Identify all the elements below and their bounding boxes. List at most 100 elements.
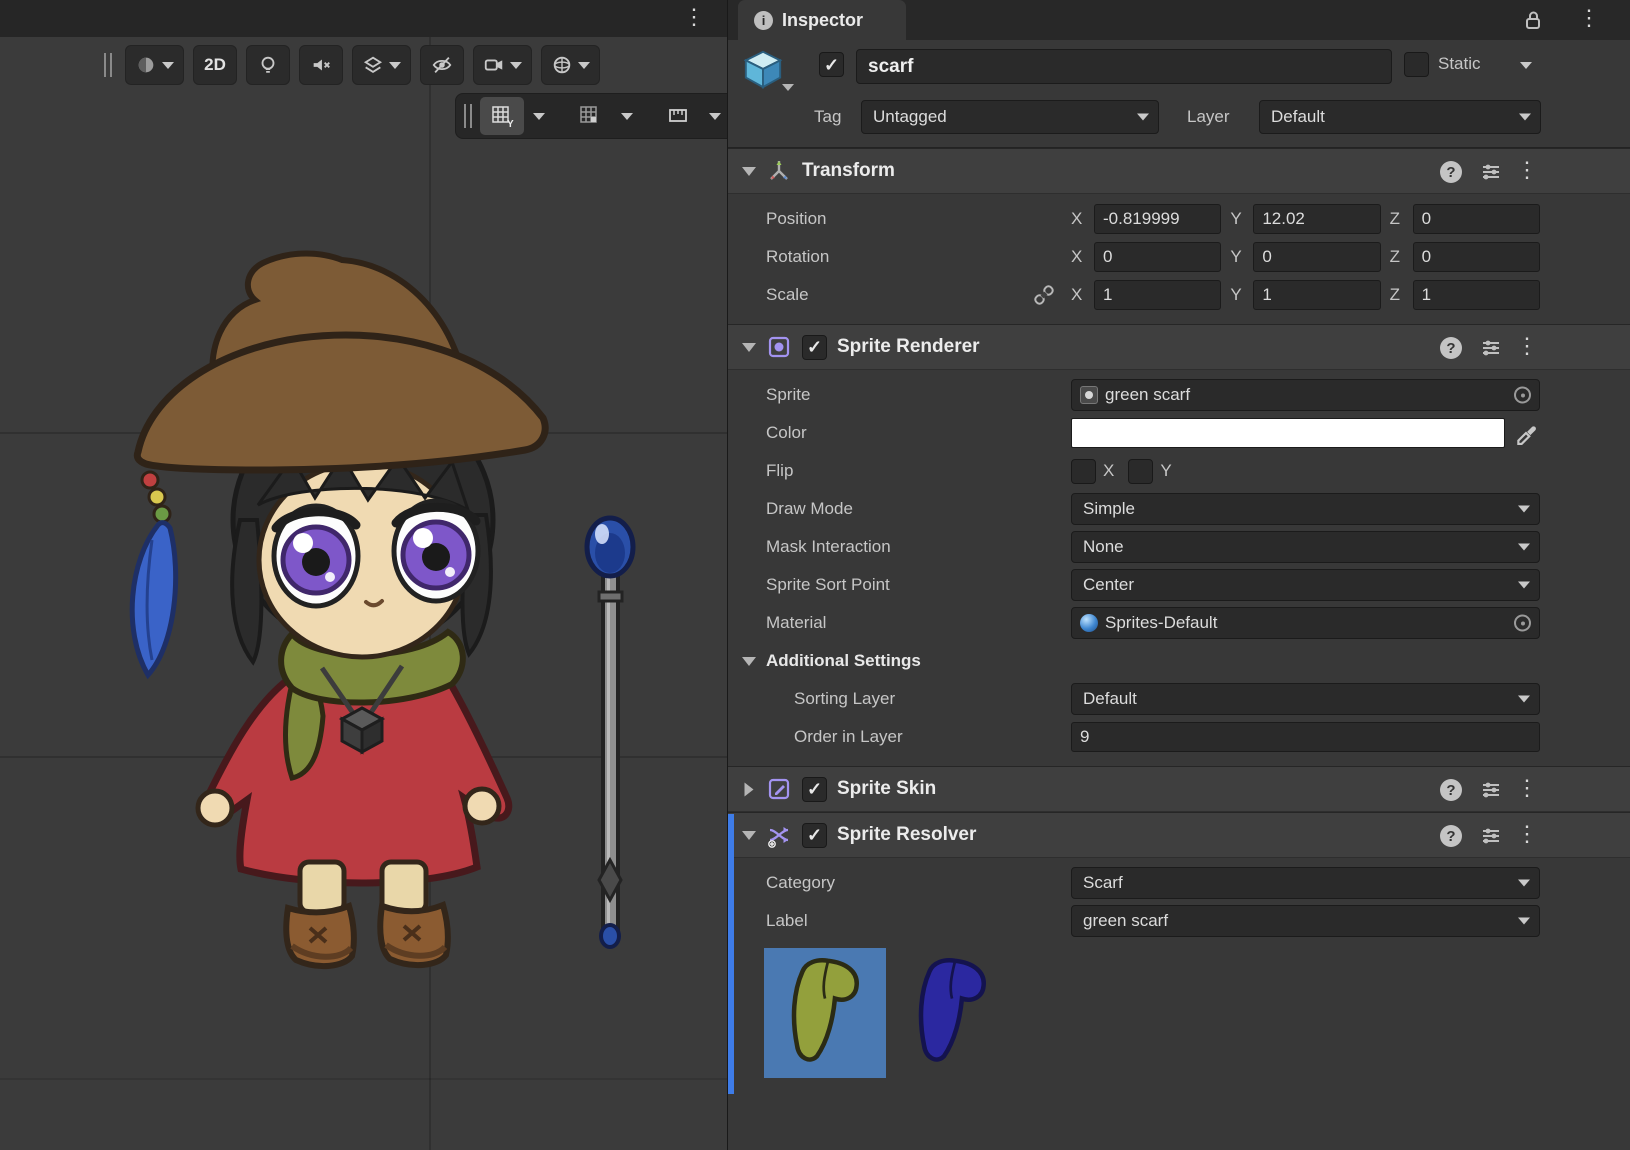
sprite-renderer-header[interactable]: Sprite Renderer ? ⋮	[728, 324, 1630, 370]
gameobject-foldout[interactable]	[782, 84, 794, 91]
sprite-skin-icon	[766, 776, 792, 802]
hidden-objects-button[interactable]	[420, 45, 464, 85]
x-axis-label: X	[1071, 209, 1085, 229]
sprite-skin-foldout[interactable]	[745, 782, 754, 796]
sprite-skin-enabled-checkbox[interactable]	[802, 777, 827, 802]
lock-icon[interactable]	[1522, 9, 1544, 36]
rotation-z-field[interactable]: 0	[1413, 242, 1540, 272]
chevron-down-icon	[578, 62, 590, 69]
blue-scarf-thumbnail[interactable]	[891, 948, 1013, 1078]
position-x-field[interactable]: -0.819999	[1094, 204, 1221, 234]
chevron-down-icon	[533, 113, 545, 120]
color-swatch[interactable]	[1071, 418, 1505, 448]
component-kebab-icon[interactable]: ⋮	[1516, 777, 1538, 799]
static-checkbox[interactable]	[1404, 52, 1429, 77]
help-icon[interactable]: ?	[1440, 337, 1462, 359]
staff-sprite	[587, 518, 633, 947]
unlink-scale-icon[interactable]	[1033, 284, 1055, 311]
category-dropdown[interactable]: Scarf	[1071, 867, 1540, 899]
sprite-resolver-header[interactable]: Sprite Resolver ? ⋮	[728, 812, 1630, 858]
mask-interaction-label: Mask Interaction	[766, 537, 891, 557]
sprite-resolver-foldout[interactable]	[742, 831, 756, 840]
material-sphere-icon	[1080, 614, 1098, 632]
toolbar-drag-handle[interactable]	[104, 53, 112, 77]
layer-dropdown[interactable]: Default	[1259, 100, 1541, 134]
presets-icon[interactable]	[1480, 825, 1502, 852]
chevron-down-icon	[1519, 114, 1531, 121]
scene-lighting-button[interactable]	[246, 45, 290, 85]
tag-dropdown[interactable]: Untagged	[861, 100, 1159, 134]
gizmos-button[interactable]	[541, 45, 600, 85]
flip-x-checkbox[interactable]	[1071, 459, 1096, 484]
sorting-layer-dropdown[interactable]: Default	[1071, 683, 1540, 715]
draw-mode-dropdown[interactable]: Simple	[1071, 493, 1540, 525]
rotation-x-field[interactable]: 0	[1094, 242, 1221, 272]
additional-settings-foldout[interactable]	[742, 657, 756, 666]
sprite-resolver-enabled-checkbox[interactable]	[802, 823, 827, 848]
help-icon[interactable]: ?	[1440, 779, 1462, 801]
inspector-menu-kebab-icon[interactable]: ⋮	[1578, 7, 1600, 29]
flip-label: Flip	[766, 461, 793, 481]
active-checkbox[interactable]	[819, 52, 844, 77]
object-picker-icon[interactable]	[1514, 615, 1531, 632]
presets-icon[interactable]	[1480, 779, 1502, 806]
order-in-layer-row: Order in Layer 9	[728, 718, 1630, 756]
sprite-renderer-foldout[interactable]	[742, 343, 756, 352]
material-object-field[interactable]: Sprites-Default	[1071, 607, 1540, 639]
presets-icon[interactable]	[1480, 337, 1502, 364]
position-z-field[interactable]: 0	[1413, 204, 1540, 234]
sprite-resolver-icon	[766, 822, 792, 848]
component-title: Transform	[802, 160, 895, 182]
sort-point-dropdown[interactable]: Center	[1071, 569, 1540, 601]
component-title: Sprite Renderer	[837, 336, 980, 358]
rotation-y-field[interactable]: 0	[1253, 242, 1380, 272]
snap-increment-button[interactable]	[656, 97, 700, 135]
component-kebab-icon[interactable]: ⋮	[1516, 823, 1538, 845]
sprite-skin-header[interactable]: Sprite Skin ? ⋮	[728, 766, 1630, 812]
scene-audio-button[interactable]	[299, 45, 343, 85]
additional-settings-row[interactable]: Additional Settings	[728, 642, 1630, 680]
presets-icon[interactable]	[1480, 161, 1502, 188]
scene-camera-button[interactable]	[473, 45, 532, 85]
mask-interaction-dropdown[interactable]: None	[1071, 531, 1540, 563]
component-kebab-icon[interactable]: ⋮	[1516, 335, 1538, 357]
transform-header[interactable]: Transform ? ⋮	[728, 148, 1630, 194]
transform-foldout[interactable]	[742, 167, 756, 176]
material-value: Sprites-Default	[1105, 613, 1217, 633]
grid-axis-dropdown[interactable]	[528, 97, 550, 135]
help-icon[interactable]: ?	[1440, 161, 1462, 183]
mask-interaction-row: Mask Interaction None	[728, 528, 1630, 566]
label-value: green scarf	[1083, 911, 1168, 931]
eyedropper-icon[interactable]	[1514, 421, 1538, 450]
scene-effects-button[interactable]	[352, 45, 411, 85]
flip-y-checkbox[interactable]	[1128, 459, 1153, 484]
chevron-down-icon	[1518, 696, 1530, 703]
light-bulb-icon	[257, 54, 279, 76]
sprite-object-field[interactable]: green scarf	[1071, 379, 1540, 411]
draw-mode-button[interactable]	[125, 45, 184, 85]
help-icon[interactable]: ?	[1440, 825, 1462, 847]
toggle-2d-button[interactable]: 2D	[193, 45, 237, 85]
toolbar-drag-handle[interactable]	[464, 104, 472, 128]
grid-snap-button[interactable]	[568, 97, 612, 135]
static-dropdown-arrow[interactable]	[1520, 62, 1532, 69]
svg-text:Y: Y	[507, 119, 514, 128]
scale-y-field[interactable]: 1	[1253, 280, 1380, 310]
tab-inspector[interactable]: i Inspector	[738, 0, 906, 40]
order-in-layer-field[interactable]: 9	[1071, 722, 1540, 752]
scale-z-field[interactable]: 1	[1413, 280, 1540, 310]
label-dropdown[interactable]: green scarf	[1071, 905, 1540, 937]
sprite-renderer-enabled-checkbox[interactable]	[802, 335, 827, 360]
object-name-field[interactable]: scarf	[856, 49, 1392, 84]
chevron-down-icon	[621, 113, 633, 120]
scene-view[interactable]: ⋮	[0, 0, 727, 1150]
grid-snap-dropdown[interactable]	[616, 97, 638, 135]
component-kebab-icon[interactable]: ⋮	[1516, 159, 1538, 181]
grid-axis-button[interactable]: Y	[480, 97, 524, 135]
snap-increment-dropdown[interactable]	[704, 97, 726, 135]
scale-x-field[interactable]: 1	[1094, 280, 1221, 310]
object-picker-icon[interactable]	[1514, 387, 1531, 404]
layer-value: Default	[1271, 107, 1325, 127]
position-y-field[interactable]: 12.02	[1253, 204, 1380, 234]
green-scarf-thumbnail[interactable]	[764, 948, 886, 1078]
